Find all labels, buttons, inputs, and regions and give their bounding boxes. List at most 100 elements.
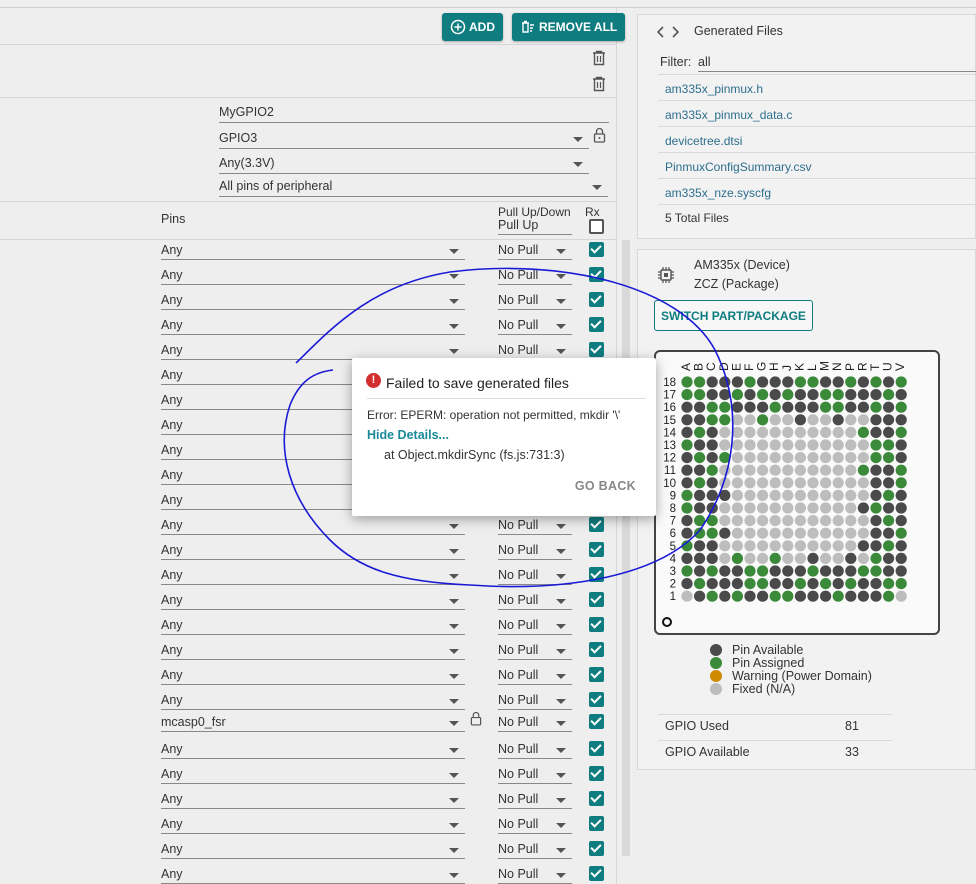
lock-icon[interactable] [470, 711, 482, 726]
peripheral-select[interactable]: GPIO3 [219, 131, 589, 149]
package-pin[interactable] [744, 590, 756, 602]
package-pin[interactable] [820, 565, 832, 577]
rx-checkbox[interactable] [589, 791, 604, 806]
package-pin[interactable] [845, 401, 857, 413]
package-pin[interactable] [857, 590, 869, 602]
pin-select[interactable]: mcasp0_fsr [161, 715, 465, 732]
pull-select[interactable]: No Pull [498, 543, 572, 560]
package-pin[interactable] [694, 464, 706, 476]
package-pin[interactable] [820, 464, 832, 476]
package-pin[interactable] [769, 489, 781, 501]
package-pin[interactable] [870, 489, 882, 501]
package-pin[interactable] [845, 578, 857, 590]
pull-select[interactable]: No Pull [498, 668, 572, 685]
rx-checkbox[interactable] [589, 292, 604, 307]
package-pin[interactable] [744, 527, 756, 539]
package-pin[interactable] [832, 439, 844, 451]
package-pin[interactable] [820, 515, 832, 527]
package-pin[interactable] [706, 565, 718, 577]
package-pin[interactable] [857, 414, 869, 426]
generated-file-link[interactable]: am335x_nze.syscfg [665, 186, 771, 200]
package-pin[interactable] [694, 389, 706, 401]
package-pin[interactable] [895, 414, 907, 426]
package-pin[interactable] [895, 515, 907, 527]
package-pin[interactable] [706, 426, 718, 438]
package-pin[interactable] [731, 540, 743, 552]
package-pin[interactable] [794, 565, 806, 577]
package-pin[interactable] [857, 502, 869, 514]
package-pin[interactable] [883, 439, 895, 451]
pull-select[interactable]: No Pull [498, 715, 572, 732]
package-pin[interactable] [845, 552, 857, 564]
package-pin[interactable] [820, 502, 832, 514]
package-pin[interactable] [769, 464, 781, 476]
package-pin[interactable] [794, 578, 806, 590]
pull-select[interactable]: No Pull [498, 243, 572, 260]
package-pin[interactable] [832, 540, 844, 552]
package-pin[interactable] [757, 389, 769, 401]
package-pin[interactable] [883, 452, 895, 464]
package-pin[interactable] [681, 414, 693, 426]
package-pin[interactable] [895, 540, 907, 552]
package-pin[interactable] [782, 552, 794, 564]
package-pin[interactable] [845, 515, 857, 527]
package-pin[interactable] [807, 389, 819, 401]
package-pin[interactable] [895, 527, 907, 539]
trash-icon[interactable] [592, 76, 606, 92]
package-pin[interactable] [769, 540, 781, 552]
package-pin[interactable] [681, 389, 693, 401]
package-pin[interactable] [719, 502, 731, 514]
package-pin[interactable] [845, 540, 857, 552]
generated-file-link[interactable]: PinmuxConfigSummary.csv [665, 160, 811, 174]
package-pin[interactable] [681, 464, 693, 476]
package-pin[interactable] [694, 426, 706, 438]
package-pin[interactable] [832, 464, 844, 476]
package-pin[interactable] [820, 439, 832, 451]
pull-select[interactable]: No Pull [498, 643, 572, 660]
rx-header-checkbox[interactable] [589, 219, 604, 234]
package-pin[interactable] [731, 452, 743, 464]
package-pin[interactable] [895, 452, 907, 464]
package-pin[interactable] [757, 489, 769, 501]
package-pin[interactable] [845, 464, 857, 476]
package-pin[interactable] [782, 426, 794, 438]
package-pin[interactable] [769, 401, 781, 413]
package-pin[interactable] [694, 565, 706, 577]
package-pin[interactable] [769, 565, 781, 577]
package-pin[interactable] [870, 439, 882, 451]
package-pin[interactable] [807, 401, 819, 413]
rx-checkbox[interactable] [589, 542, 604, 557]
package-pin[interactable] [895, 578, 907, 590]
package-pin[interactable] [870, 565, 882, 577]
pin-select[interactable]: Any [161, 867, 465, 884]
package-pin[interactable] [832, 578, 844, 590]
pin-select[interactable]: Any [161, 518, 465, 535]
package-pin[interactable] [694, 540, 706, 552]
package-pin[interactable] [845, 426, 857, 438]
pull-select[interactable]: No Pull [498, 568, 572, 585]
package-pin[interactable] [719, 590, 731, 602]
package-pin[interactable] [769, 552, 781, 564]
package-pin[interactable] [706, 489, 718, 501]
pin-select[interactable]: Any [161, 318, 465, 335]
package-pin[interactable] [744, 376, 756, 388]
package-pin[interactable] [895, 565, 907, 577]
package-pin[interactable] [706, 464, 718, 476]
package-pin[interactable] [807, 540, 819, 552]
rx-checkbox[interactable] [589, 342, 604, 357]
package-pin[interactable] [857, 565, 869, 577]
switch-part-package-button[interactable]: SWITCH PART/PACKAGE [654, 300, 813, 331]
package-pin[interactable] [883, 489, 895, 501]
package-pin[interactable] [757, 477, 769, 489]
package-pin[interactable] [870, 426, 882, 438]
package-pin[interactable] [757, 439, 769, 451]
rx-checkbox[interactable] [589, 816, 604, 831]
package-pin[interactable] [857, 515, 869, 527]
package-pin[interactable] [895, 489, 907, 501]
package-pin[interactable] [744, 489, 756, 501]
package-pin[interactable] [870, 515, 882, 527]
package-pin[interactable] [883, 464, 895, 476]
package-pin[interactable] [883, 401, 895, 413]
rx-checkbox[interactable] [589, 317, 604, 332]
package-pin[interactable] [883, 527, 895, 539]
